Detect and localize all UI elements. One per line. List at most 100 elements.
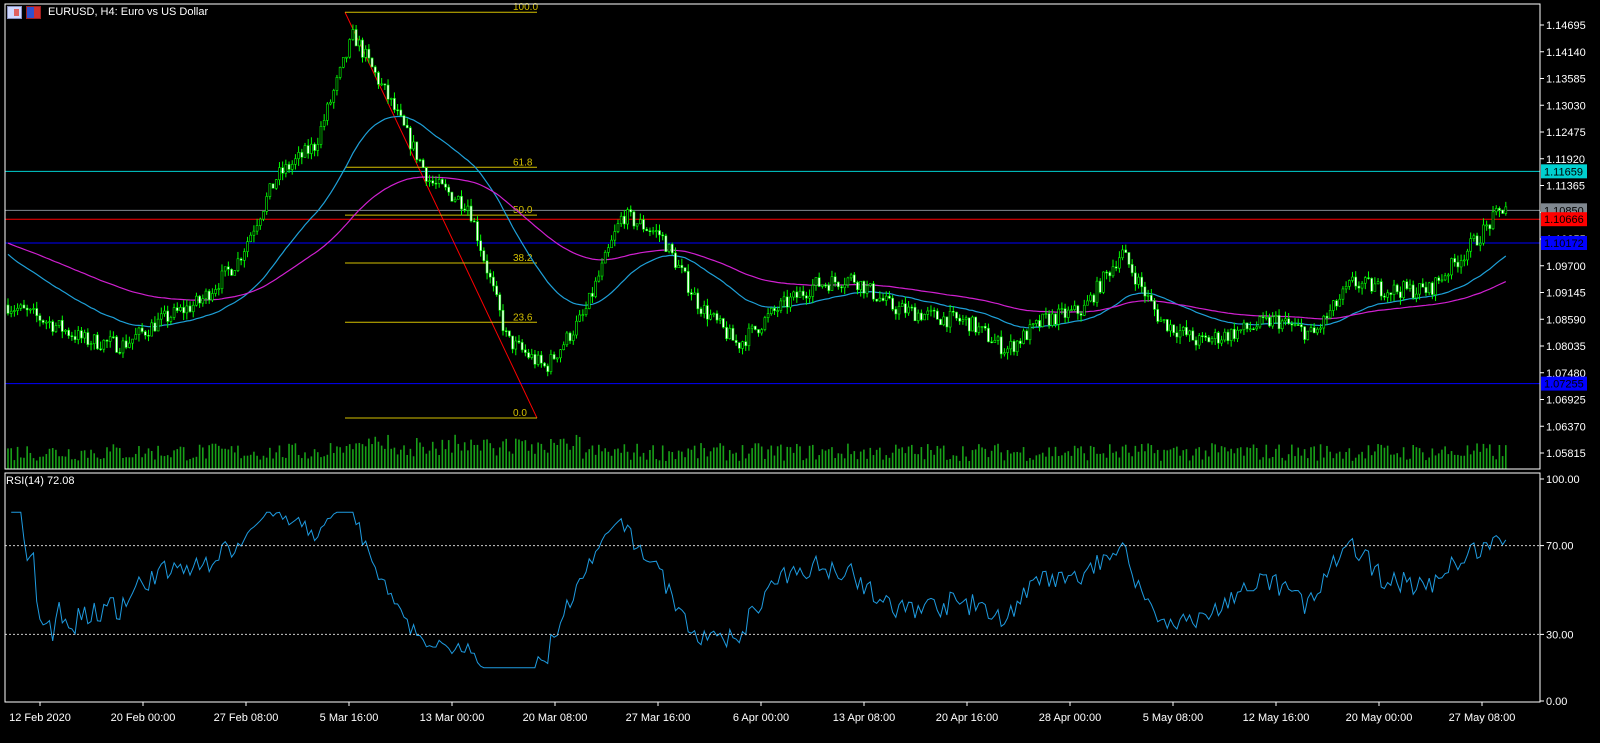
volume-bar <box>1485 448 1488 469</box>
volume-bar <box>1236 448 1239 469</box>
candle-body <box>1309 327 1313 332</box>
candle-body <box>67 329 70 336</box>
volume-bar <box>879 447 881 469</box>
candle-body <box>1140 276 1144 288</box>
candle-body <box>878 297 882 302</box>
volume-bar <box>1198 447 1201 469</box>
candle-body <box>520 342 524 351</box>
candle-body <box>1415 293 1418 299</box>
candle-body <box>1239 329 1243 332</box>
candle-body <box>1319 327 1322 330</box>
candle-body <box>361 39 364 58</box>
volume-bar <box>923 459 926 469</box>
volume-bar <box>435 448 437 469</box>
candle-body <box>421 159 425 168</box>
volume-bar <box>454 434 456 469</box>
candle-body <box>504 330 508 333</box>
volume-bar <box>1160 460 1162 469</box>
candle-body <box>543 362 546 367</box>
candle-body <box>274 179 278 189</box>
volume-bar <box>141 457 143 469</box>
volume-bar <box>958 460 961 469</box>
candle-body <box>22 304 26 309</box>
time-tick-label: 27 May 08:00 <box>1449 712 1516 724</box>
candle-body <box>693 292 696 295</box>
candle-body <box>821 284 824 287</box>
volume-bar <box>128 457 131 469</box>
candle-body <box>1280 320 1284 330</box>
volume-bars <box>7 434 1507 469</box>
candle-body <box>108 336 112 342</box>
candle-body <box>853 274 856 283</box>
volume-bar <box>297 454 300 469</box>
candle-body <box>19 304 23 309</box>
candle-body <box>776 310 779 312</box>
volume-bar <box>23 457 25 469</box>
volume-bar <box>19 457 22 469</box>
volume-bar <box>735 452 737 469</box>
candle-body <box>913 306 917 322</box>
candle-body <box>747 327 751 347</box>
volume-bar <box>1003 460 1006 469</box>
chart-window-icon[interactable] <box>7 6 22 19</box>
volume-bar <box>1156 449 1159 469</box>
chart-frame <box>4 3 1541 703</box>
volume-bar <box>460 450 463 469</box>
trading-chart[interactable]: 100.061.850.038.223.60.0 1.146951.141401… <box>0 0 1600 743</box>
candle-body <box>884 295 888 301</box>
candle-body <box>1328 310 1332 319</box>
candle-body <box>1044 313 1048 315</box>
candle-body <box>936 310 939 320</box>
candle-body <box>86 332 90 345</box>
volume-bar <box>604 448 607 469</box>
volume-bar <box>1243 455 1245 469</box>
candle-body <box>904 303 907 314</box>
volume-bar <box>1105 457 1108 469</box>
candle-body <box>255 225 259 232</box>
volume-bar <box>1332 458 1335 469</box>
volume-bar <box>1259 459 1261 469</box>
horizontal-lines <box>5 170 1540 385</box>
candle-body <box>172 307 176 318</box>
candle-body <box>1447 274 1450 277</box>
volume-bar <box>1230 448 1232 469</box>
candle-body <box>594 280 597 297</box>
volume-bar <box>237 445 239 469</box>
volume-bar <box>508 451 511 469</box>
candle-body <box>750 325 754 329</box>
volume-bar <box>869 447 872 469</box>
time-tick-label: 20 Mar 08:00 <box>523 712 588 724</box>
volume-bar <box>732 453 734 469</box>
volume-bar <box>1134 445 1137 469</box>
volume-bar <box>374 436 377 469</box>
volume-bar <box>1473 450 1475 469</box>
volume-bar <box>1415 447 1418 469</box>
candle-body <box>73 336 77 340</box>
volume-bar <box>320 457 322 469</box>
volume-bar <box>859 451 862 469</box>
candle-body <box>891 297 894 310</box>
candle-body <box>738 342 741 349</box>
volume-bar <box>1239 447 1242 469</box>
candle-body <box>562 344 565 350</box>
volume-bar <box>888 457 891 469</box>
candle-body <box>1108 272 1112 277</box>
price-tick-label: 1.05815 <box>1546 448 1586 460</box>
volume-bar <box>827 449 830 469</box>
candle-body <box>1035 320 1038 324</box>
volume-bar <box>106 447 108 469</box>
candle-body <box>779 300 783 311</box>
candle-body <box>1060 308 1064 310</box>
volume-bar <box>217 445 220 469</box>
volume-bar <box>1284 460 1287 469</box>
candle-body <box>987 327 990 343</box>
volume-bar <box>764 458 766 469</box>
candle-body <box>1095 280 1099 303</box>
save-icon[interactable] <box>26 6 41 19</box>
time-tick-label: 12 May 16:00 <box>1243 712 1310 724</box>
volume-bar <box>1009 453 1012 469</box>
candle-body <box>920 312 923 321</box>
candle-body <box>495 285 498 295</box>
volume-bar <box>58 456 60 469</box>
candle-body <box>1159 319 1163 322</box>
